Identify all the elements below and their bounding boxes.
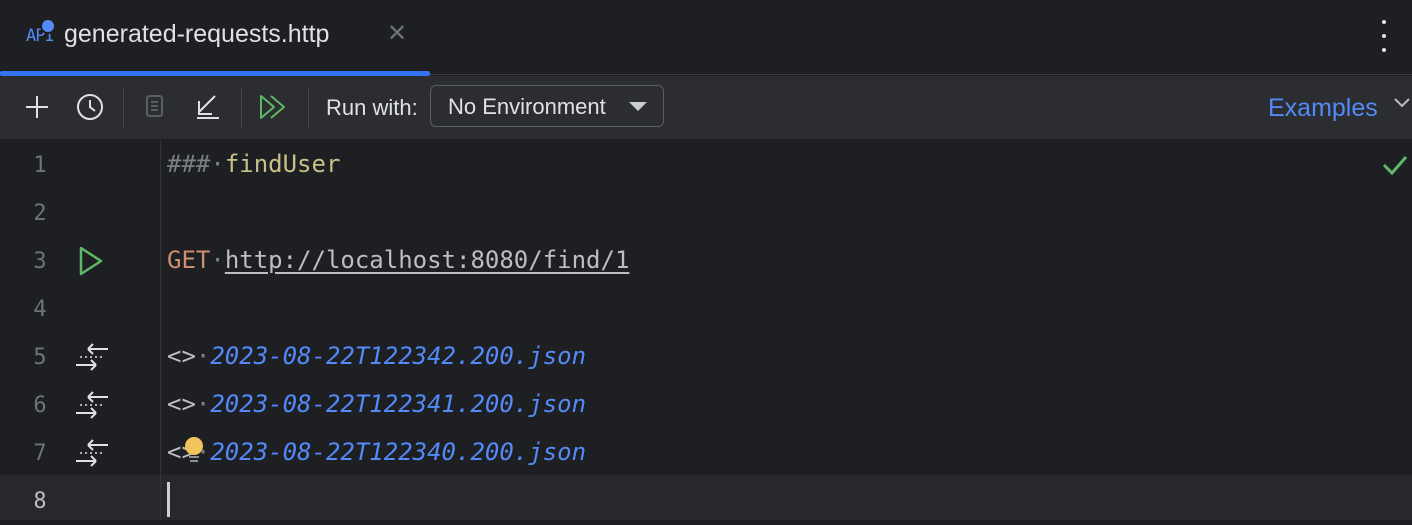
line-number: 7 — [33, 441, 47, 466]
examples-link[interactable]: Examples — [1268, 94, 1378, 123]
add-icon — [26, 96, 48, 118]
toolbar-separator — [123, 88, 124, 128]
close-icon[interactable]: ✕ — [387, 20, 407, 48]
request-url[interactable]: http://localhost:8080/find/1 — [225, 246, 630, 274]
import-icon — [197, 95, 219, 119]
response-file-link[interactable]: 2023-08-22T122341.200.json — [210, 390, 586, 418]
editor-line: 6 <>·2023-08-22T122341.200.json — [0, 381, 1412, 429]
check-icon — [1382, 156, 1408, 176]
compare-response-icon[interactable] — [74, 341, 110, 373]
toolbar-separator — [308, 88, 309, 128]
line-code[interactable]: <>·2023-08-22T122341.200.json — [167, 390, 586, 418]
history-button[interactable] — [73, 90, 107, 124]
line-number: 3 — [33, 249, 47, 274]
history-icon — [77, 94, 103, 120]
more-options-icon[interactable] — [1372, 20, 1396, 52]
line-number: 2 — [33, 201, 47, 226]
text-caret — [167, 482, 170, 517]
editor-line: 7 <>·2023-08-22T122340.200.json — [0, 429, 1412, 477]
editor-line: 5 <>·2023-08-22T122342.200.json — [0, 333, 1412, 381]
comment-marker: ### — [167, 150, 211, 178]
http-method: GET — [167, 246, 211, 274]
compare-response-icon[interactable] — [74, 437, 110, 469]
environment-select[interactable]: No Environment — [430, 85, 664, 127]
chevron-down-icon[interactable] — [1393, 96, 1411, 110]
toolbar-separator — [241, 88, 242, 128]
line-number: 6 — [33, 393, 47, 418]
response-marker: <> — [167, 342, 196, 370]
request-name: findUser — [224, 150, 341, 178]
editor-tab-bar: API generated-requests.http ✕ — [0, 0, 1412, 76]
editor-line: 2 — [0, 189, 1412, 237]
line-number: 5 — [33, 345, 47, 370]
line-code[interactable]: <>·2023-08-22T122340.200.json — [167, 438, 586, 466]
editor-line: 8 — [0, 477, 1412, 525]
response-file-link[interactable]: 2023-08-22T122340.200.json — [210, 438, 586, 466]
run-all-icon — [260, 95, 285, 119]
dropdown-arrow-icon — [629, 102, 647, 111]
run-request-icon[interactable] — [74, 245, 110, 277]
copy-icon — [146, 95, 163, 117]
copy-button[interactable] — [138, 90, 172, 124]
code-editor[interactable]: 1 ###·findUser 2 3 GET·http://localhost:… — [0, 141, 1412, 520]
run-all-button[interactable] — [256, 90, 290, 124]
import-button[interactable] — [191, 90, 225, 124]
line-number: 8 — [33, 489, 47, 514]
line-code[interactable]: <>·2023-08-22T122342.200.json — [167, 342, 586, 370]
line-code[interactable]: ###·findUser — [167, 150, 340, 178]
editor-line: 4 — [0, 285, 1412, 333]
lightbulb-icon[interactable] — [183, 436, 205, 466]
api-icon: API — [26, 18, 56, 48]
editor-line: 1 ###·findUser — [0, 141, 1412, 189]
add-request-button[interactable] — [20, 90, 54, 124]
editor-line: 3 GET·http://localhost:8080/find/1 — [0, 237, 1412, 285]
http-client-toolbar: Run with: No Environment Examples — [0, 76, 1412, 140]
tab-generated-requests[interactable]: API generated-requests.http ✕ — [0, 0, 430, 76]
line-code[interactable]: GET·http://localhost:8080/find/1 — [167, 246, 629, 274]
environment-value: No Environment — [448, 94, 606, 119]
line-number: 4 — [33, 297, 47, 322]
response-file-link[interactable]: 2023-08-22T122342.200.json — [210, 342, 586, 370]
run-with-label: Run with: — [326, 95, 418, 120]
tab-title: generated-requests.http — [64, 20, 330, 48]
clock-badge-icon — [40, 18, 56, 34]
line-number: 1 — [33, 153, 47, 178]
compare-response-icon[interactable] — [74, 389, 110, 421]
response-marker: <> — [167, 390, 196, 418]
